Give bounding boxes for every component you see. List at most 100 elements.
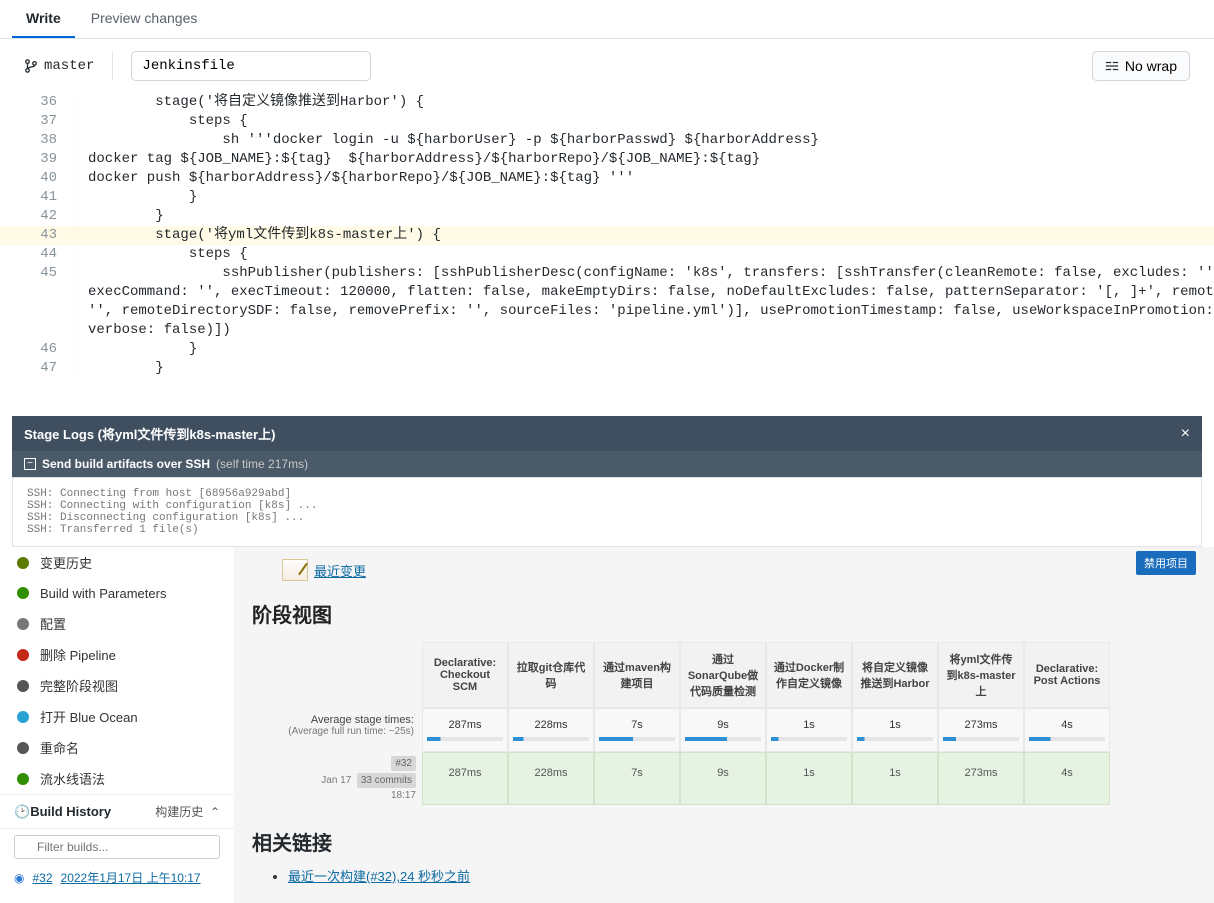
stage-header[interactable]: 通过maven构建项目 <box>594 642 680 708</box>
code-line[interactable]: 42 } <box>0 207 1214 226</box>
code-editor[interactable]: 36 stage('将自定义镜像推送到Harbor') {37 steps {3… <box>0 93 1214 386</box>
stage-run-cell[interactable]: 9s <box>680 752 766 805</box>
build-history-header[interactable]: 🕑 Build History 构建历史 ⌃ <box>0 794 234 829</box>
stage-run-cell[interactable]: 273ms <box>938 752 1024 805</box>
recent-changes-link[interactable]: 最近变更 <box>282 559 1196 581</box>
code-text: stage('将yml文件传到k8s-master上') { <box>78 226 441 245</box>
stage-avg-cell[interactable]: 1s <box>766 708 852 752</box>
log-line: SSH: Connecting from host [68956a929abd] <box>27 488 1187 500</box>
stage-run-cell[interactable]: 7s <box>594 752 680 805</box>
stage-header[interactable]: 通过Docker制作自定义镜像 <box>766 642 852 708</box>
stage-view-title: 阶段视图 <box>252 599 1196 628</box>
stage-run-cell[interactable]: 1s <box>852 752 938 805</box>
stage-header[interactable]: 通过SonarQube做代码质量检测 <box>680 642 766 708</box>
disable-project-button[interactable]: 禁用项目 <box>1136 551 1196 575</box>
code-text: steps { <box>78 112 248 131</box>
stage-avg-cell[interactable]: 7s <box>594 708 680 752</box>
stage-header[interactable]: 将自定义镜像推送到Harbor <box>852 642 938 708</box>
line-number <box>0 283 78 302</box>
avg-label: Average stage times: <box>260 714 414 726</box>
code-line[interactable]: 41 } <box>0 188 1214 207</box>
code-line[interactable]: 45 sshPublisher(publishers: [sshPublishe… <box>0 264 1214 283</box>
code-text: verbose: false)]) <box>78 321 231 340</box>
stage-header[interactable]: 拉取git仓库代码 <box>508 642 594 708</box>
chevron-up-icon[interactable]: ⌃ <box>210 805 220 819</box>
wrap-toggle-button[interactable]: No wrap <box>1092 51 1190 81</box>
log-line: SSH: Connecting with configuration [k8s]… <box>27 500 1187 512</box>
code-line[interactable]: 38 sh '''docker login -u ${harborUser} -… <box>0 131 1214 150</box>
sidebar-item[interactable]: 重命名 <box>0 732 234 763</box>
code-line[interactable]: verbose: false)]) <box>0 321 1214 340</box>
code-line[interactable]: 40docker push ${harborAddress}/${harborR… <box>0 169 1214 188</box>
stage-run-cell[interactable]: 1s <box>766 752 852 805</box>
line-number: 47 <box>0 359 78 378</box>
stage-header[interactable]: Declarative: Checkout SCM <box>422 642 508 708</box>
sidebar-item-icon <box>14 677 32 695</box>
log-task-row[interactable]: − Send build artifacts over SSH (self ti… <box>12 451 1202 477</box>
log-task-title: Send build artifacts over SSH <box>42 457 210 471</box>
stage-header[interactable]: Declarative: Post Actions <box>1024 642 1110 708</box>
stage-avg-cell[interactable]: 228ms <box>508 708 594 752</box>
sidebar-item-icon <box>14 615 32 633</box>
stage-avg-cell[interactable]: 287ms <box>422 708 508 752</box>
build-history-label: Build History <box>30 804 111 819</box>
code-line[interactable]: 43 stage('将yml文件传到k8s-master上') { <box>0 226 1214 245</box>
code-text: execCommand: '', execTimeout: 120000, fl… <box>78 283 1214 302</box>
sidebar-item[interactable]: 配置 <box>0 608 234 639</box>
line-number: 40 <box>0 169 78 188</box>
code-text: sh '''docker login -u ${harborUser} -p $… <box>78 131 819 150</box>
collapse-icon[interactable]: − <box>24 458 36 470</box>
jenkins-page: 变更历史Build with Parameters配置删除 Pipeline完整… <box>0 547 1214 903</box>
code-line[interactable]: 44 steps { <box>0 245 1214 264</box>
build-row[interactable]: ◉ #32 2022年1月17日 上午10:17 <box>0 865 234 891</box>
log-output: SSH: Connecting from host [68956a929abd]… <box>12 477 1202 547</box>
build-date-link[interactable]: 2022年1月17日 上午10:17 <box>61 869 201 887</box>
run-label[interactable]: #32Jan 17 33 commits18:17 <box>252 752 422 805</box>
filter-builds-input[interactable] <box>14 835 220 859</box>
code-line[interactable]: '', remoteDirectorySDF: false, removePre… <box>0 302 1214 321</box>
stage-logs-title: Stage Logs (将yml文件传到k8s-master上) <box>24 424 275 443</box>
code-line[interactable]: execCommand: '', execTimeout: 120000, fl… <box>0 283 1214 302</box>
sidebar-item[interactable]: 完整阶段视图 <box>0 670 234 701</box>
sidebar-item[interactable]: 删除 Pipeline <box>0 639 234 670</box>
stage-avg-cell[interactable]: 9s <box>680 708 766 752</box>
stage-avg-cell[interactable]: 4s <box>1024 708 1110 752</box>
sidebar-item[interactable]: Build with Parameters <box>0 578 234 608</box>
tab-preview[interactable]: Preview changes <box>77 0 212 38</box>
sidebar-item[interactable]: 流水线语法 <box>0 763 234 794</box>
line-number <box>0 302 78 321</box>
line-number: 41 <box>0 188 78 207</box>
stage-header[interactable]: 将yml文件传到k8s-master上 <box>938 642 1024 708</box>
code-text: '', remoteDirectorySDF: false, removePre… <box>78 302 1214 321</box>
sidebar-item-label: 打开 Blue Ocean <box>40 707 138 726</box>
code-text: } <box>78 188 197 207</box>
related-links-list: 最近一次构建(#32),24 秒秒之前 <box>288 866 1196 885</box>
sidebar-item[interactable]: 变更历史 <box>0 547 234 578</box>
line-number: 42 <box>0 207 78 226</box>
build-number-link[interactable]: #32 <box>32 871 52 885</box>
code-line[interactable]: 39docker tag ${JOB_NAME}:${tag} ${harbor… <box>0 150 1214 169</box>
stage-avg-cell[interactable]: 273ms <box>938 708 1024 752</box>
code-line[interactable]: 37 steps { <box>0 112 1214 131</box>
stage-run-cell[interactable]: 287ms <box>422 752 508 805</box>
tab-write[interactable]: Write <box>12 0 75 38</box>
jenkins-main: 禁用项目 最近变更 阶段视图 Declarative: Checkout SCM… <box>234 547 1214 903</box>
editor-toolbar: master No wrap <box>0 39 1214 93</box>
stage-avg-cell[interactable]: 1s <box>852 708 938 752</box>
line-number: 39 <box>0 150 78 169</box>
branch-indicator[interactable]: master <box>24 58 94 74</box>
sidebar-item[interactable]: 打开 Blue Ocean <box>0 701 234 732</box>
line-number: 43 <box>0 226 78 245</box>
last-build-link[interactable]: 最近一次构建(#32),24 秒秒之前 <box>288 869 470 884</box>
line-number <box>0 321 78 340</box>
close-icon[interactable]: × <box>1181 425 1190 443</box>
code-line[interactable]: 47 } <box>0 359 1214 378</box>
code-line[interactable]: 46 } <box>0 340 1214 359</box>
filename-input[interactable] <box>131 51 371 81</box>
jenkins-sidebar: 变更历史Build with Parameters配置删除 Pipeline完整… <box>0 547 234 903</box>
stage-run-cell[interactable]: 4s <box>1024 752 1110 805</box>
code-line[interactable]: 36 stage('将自定义镜像推送到Harbor') { <box>0 93 1214 112</box>
wrap-label: No wrap <box>1125 58 1177 74</box>
build-status-icon: ◉ <box>14 871 24 885</box>
stage-run-cell[interactable]: 228ms <box>508 752 594 805</box>
